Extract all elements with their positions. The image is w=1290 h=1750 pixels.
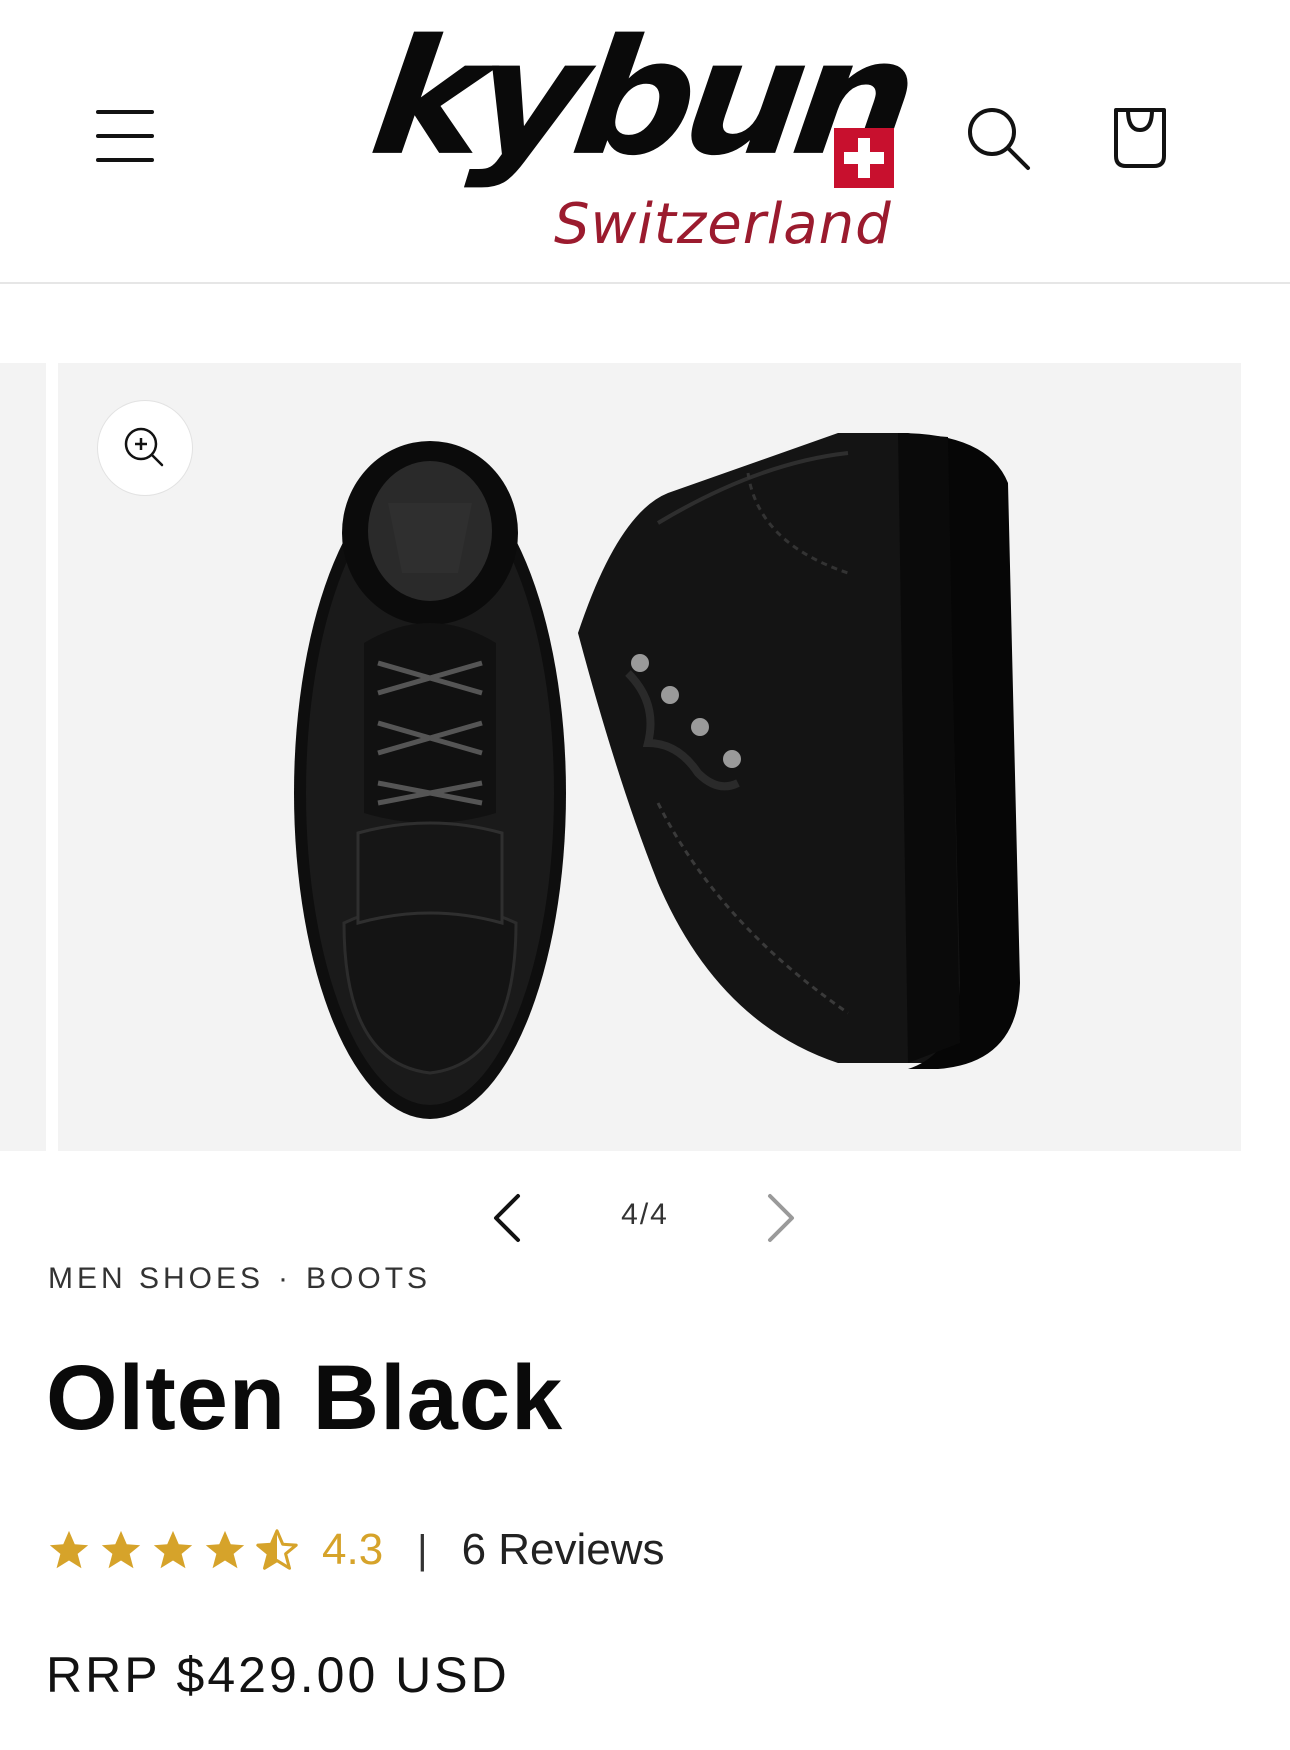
star-filled-icon <box>49 1530 89 1569</box>
breadcrumb-separator: · <box>278 1262 293 1295</box>
slider-controls: 4/4 <box>0 1180 1290 1250</box>
star-filled-icon <box>101 1530 141 1569</box>
breadcrumb: MEN SHOES · BOOTS <box>48 1262 431 1296</box>
site-header: kybun Switzerland <box>0 0 1290 284</box>
logo-subtitle: Switzerland <box>554 192 892 257</box>
search-icon[interactable] <box>960 100 1040 180</box>
cart-icon[interactable] <box>1100 96 1180 180</box>
rating-value: 4.3 <box>322 1525 384 1574</box>
slider-prev-button[interactable] <box>480 1188 540 1248</box>
kybun-logo[interactable]: kybun Switzerland <box>362 5 919 257</box>
rating-divider: | <box>417 1527 428 1572</box>
product-title: Olten Black <box>46 1347 564 1449</box>
product-price: RRP $429.00 USD <box>46 1647 510 1703</box>
reviews-link[interactable]: 6 Reviews <box>462 1525 665 1575</box>
boot-side-view <box>578 433 1020 1069</box>
chevron-left-icon <box>494 1194 520 1242</box>
product-rating[interactable]: 4.3 | 6 Reviews <box>46 1520 665 1580</box>
slider-next-button[interactable] <box>748 1188 808 1248</box>
boot-top-view <box>294 441 566 1119</box>
hamburger-menu-icon[interactable] <box>92 104 162 166</box>
breadcrumb-men-shoes[interactable]: MEN SHOES <box>48 1262 264 1295</box>
star-filled-icon <box>153 1530 193 1569</box>
chevron-right-icon <box>768 1194 794 1242</box>
swiss-cross-icon <box>834 128 894 188</box>
rating-stars <box>46 1527 306 1573</box>
previous-slide-peek[interactable] <box>0 363 46 1151</box>
product-gallery[interactable] <box>58 363 1241 1151</box>
star-half-icon <box>256 1529 298 1570</box>
star-filled-icon <box>205 1530 245 1569</box>
zoom-button[interactable] <box>98 401 192 495</box>
product-image-boots <box>294 433 1020 1119</box>
zoom-in-icon <box>124 427 164 467</box>
breadcrumb-boots[interactable]: BOOTS <box>306 1262 431 1295</box>
slider-counter: 4/4 <box>621 1198 669 1231</box>
